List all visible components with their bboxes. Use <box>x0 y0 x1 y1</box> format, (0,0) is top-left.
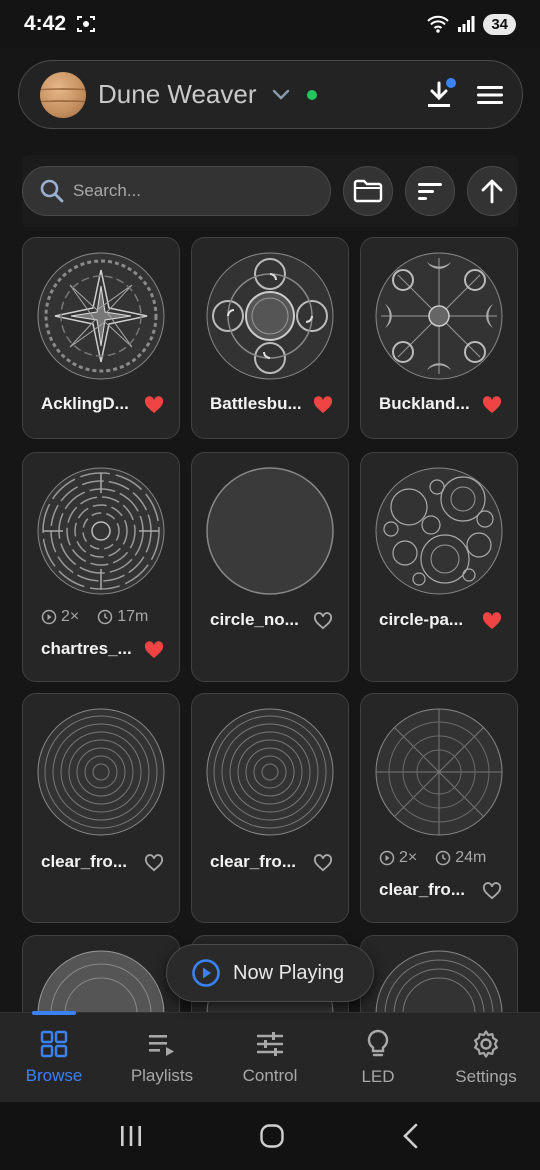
pattern-preview <box>375 708 503 836</box>
heart-outline-icon[interactable] <box>481 880 503 900</box>
status-bar: 4:42 34 <box>0 0 540 48</box>
notification-dot <box>446 77 456 88</box>
gear-icon <box>474 1029 498 1058</box>
heart-filled-icon[interactable] <box>312 394 334 414</box>
heart-outline-icon[interactable] <box>312 852 334 872</box>
play-circle-icon <box>41 609 57 625</box>
pattern-card[interactable]: AcklingD... <box>22 237 180 439</box>
now-playing-button[interactable]: Now Playing <box>166 944 374 1002</box>
play-count: 2× <box>379 849 417 867</box>
duration-label: 17m <box>117 608 149 625</box>
signal-icon <box>458 16 475 32</box>
nav-label: Control <box>242 1065 298 1085</box>
pattern-name: clear_fro... <box>379 880 465 899</box>
pattern-preview <box>37 467 165 595</box>
nav-settings[interactable]: Settings <box>432 1013 540 1102</box>
pattern-card[interactable]: 2× 17m chartres_... <box>22 452 180 682</box>
recent-apps-icon[interactable] <box>118 1124 144 1148</box>
system-nav-bar <box>0 1102 540 1170</box>
nav-label: Settings <box>455 1066 517 1086</box>
pattern-card[interactable]: clear_fro... <box>22 693 180 923</box>
pattern-name: Battlesbu... <box>210 394 302 413</box>
duration: 24m <box>435 849 486 867</box>
heart-filled-icon[interactable] <box>143 394 165 414</box>
pattern-name: clear_fro... <box>41 852 127 871</box>
pattern-card[interactable]: 2× 24m clear_fro... <box>360 693 518 923</box>
chevron-down-icon[interactable] <box>271 88 291 102</box>
pattern-preview <box>375 467 503 595</box>
clock-icon <box>436 850 451 866</box>
battery-indicator: 34 <box>483 13 516 35</box>
pattern-preview <box>375 252 503 380</box>
sliders-icon <box>257 1031 283 1056</box>
search-input[interactable] <box>73 181 313 201</box>
home-icon[interactable] <box>259 1123 285 1149</box>
sort-direction-button[interactable] <box>467 166 517 216</box>
pattern-name: chartres_... <box>41 639 132 658</box>
back-icon[interactable] <box>400 1123 422 1149</box>
now-playing-label: Now Playing <box>233 961 345 984</box>
heart-filled-icon[interactable] <box>143 639 165 659</box>
duration-label: 24m <box>455 849 487 866</box>
play-count: 2× <box>41 608 79 626</box>
pattern-name: clear_fro... <box>210 852 296 871</box>
nav-label: LED <box>361 1066 395 1086</box>
screenshot-icon <box>77 16 96 32</box>
nav-led[interactable]: LED <box>324 1013 432 1102</box>
app-name[interactable]: Dune Weaver <box>98 79 257 110</box>
clock-icon <box>98 609 113 625</box>
play-circle-icon <box>192 959 220 987</box>
pattern-preview <box>37 708 165 836</box>
pattern-name: Buckland... <box>379 394 470 413</box>
menu-icon[interactable] <box>476 84 504 106</box>
pattern-preview <box>206 708 334 836</box>
pattern-card[interactable]: Buckland... <box>360 237 518 439</box>
bulb-icon <box>367 1029 389 1056</box>
nav-label: Playlists <box>130 1065 194 1085</box>
play-count-label: 2× <box>399 849 418 866</box>
app-header: Dune Weaver <box>18 60 523 129</box>
download-button[interactable] <box>424 77 456 110</box>
pattern-card[interactable]: Battlesbu... <box>191 237 349 439</box>
nav-control[interactable]: Control <box>216 1013 324 1102</box>
active-tab-indicator <box>32 1011 76 1015</box>
connection-status-dot <box>306 89 317 100</box>
app-logo <box>40 71 86 118</box>
sort-icon <box>418 183 442 200</box>
playlist-icon <box>149 1034 174 1056</box>
heart-filled-icon[interactable] <box>481 610 503 630</box>
pattern-name: circle-pa... <box>379 610 464 629</box>
pattern-card[interactable]: clear_fro... <box>191 693 349 923</box>
duration: 17m <box>97 608 148 626</box>
folder-button[interactable] <box>343 166 393 216</box>
pattern-preview <box>206 252 334 380</box>
pattern-card[interactable]: circle_no... <box>191 452 349 682</box>
arrow-up-icon <box>481 179 503 204</box>
status-time: 4:42 <box>24 12 67 35</box>
nav-label: Browse <box>25 1065 83 1085</box>
heart-outline-icon[interactable] <box>312 610 334 630</box>
bottom-nav: Browse Playlists Control LED Settings <box>0 1011 540 1102</box>
sort-button[interactable] <box>405 166 455 216</box>
nav-browse[interactable]: Browse <box>0 1011 108 1102</box>
play-count-label: 2× <box>61 608 80 625</box>
grid-icon <box>40 1030 68 1057</box>
nav-playlists[interactable]: Playlists <box>108 1013 216 1102</box>
heart-filled-icon[interactable] <box>481 394 503 414</box>
pattern-name: circle_no... <box>210 610 299 629</box>
pattern-preview <box>37 252 165 380</box>
wifi-icon <box>427 15 450 33</box>
folder-icon <box>353 179 383 203</box>
search-icon <box>40 179 64 203</box>
heart-outline-icon[interactable] <box>143 852 165 872</box>
search-box[interactable] <box>22 166 331 216</box>
play-circle-icon <box>379 850 395 866</box>
search-toolbar <box>22 155 518 227</box>
pattern-preview <box>206 467 334 595</box>
pattern-card[interactable]: circle-pa... <box>360 452 518 682</box>
pattern-name: AcklingD... <box>41 394 129 413</box>
